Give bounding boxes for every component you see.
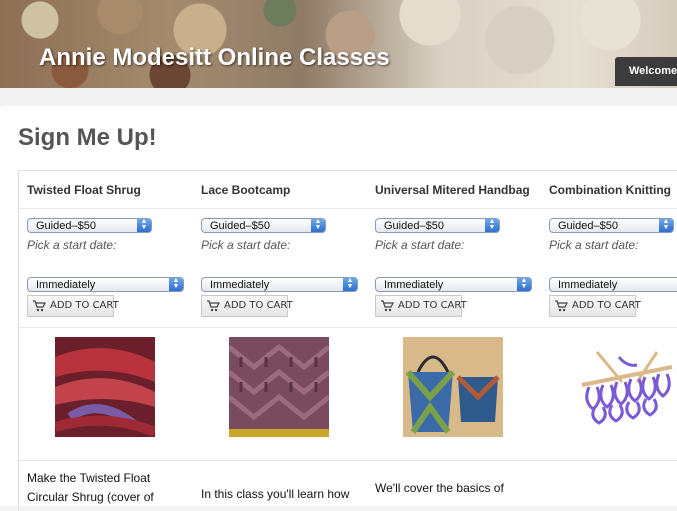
main-content: Sign Me Up! Twisted Float Shrug Guided–$… bbox=[0, 106, 677, 511]
start-date-select-value: Immediately bbox=[36, 279, 96, 291]
cart-icon bbox=[207, 300, 220, 312]
add-to-cart-label: ADD TO CART bbox=[224, 300, 293, 311]
price-select[interactable]: Guided–$50 ▲ ▼ bbox=[27, 218, 152, 233]
class-title: Lace Bootcamp bbox=[201, 183, 291, 197]
select-arrows-icon: ▲ ▼ bbox=[343, 277, 357, 291]
class-description: We'll cover the basics of bbox=[375, 481, 504, 495]
start-date-select[interactable]: Immediately ▲▼ bbox=[27, 277, 184, 292]
classes-table: Twisted Float Shrug Guided–$50 ▲ ▼ Pick a… bbox=[18, 170, 677, 511]
cart-icon bbox=[555, 300, 568, 312]
class-title: Twisted Float Shrug bbox=[27, 183, 141, 197]
select-arrows-icon: ▲ ▼ bbox=[169, 277, 183, 291]
add-to-cart-label: ADD TO CART bbox=[572, 300, 641, 311]
add-to-cart-button[interactable]: ADD TO CART bbox=[201, 295, 293, 317]
row-divider bbox=[19, 327, 677, 328]
lace-bootcamp-photo[interactable] bbox=[229, 337, 329, 437]
class-title: Combination Knitting bbox=[549, 183, 671, 197]
cart-icon bbox=[381, 300, 394, 312]
price-select[interactable]: Guided–$50 ▲ ▼ bbox=[201, 218, 326, 233]
welcome-tab[interactable]: Welcome bbox=[615, 57, 677, 86]
price-select[interactable]: Guided–$50 ▲ ▼ bbox=[549, 218, 674, 233]
row-divider bbox=[19, 208, 677, 209]
start-date-select-value: Immediately bbox=[558, 279, 618, 291]
price-select-value: Guided–$50 bbox=[36, 220, 96, 232]
start-date-prompt: Pick a start date: bbox=[27, 238, 117, 252]
start-date-select[interactable]: Immediately ▲▼ bbox=[549, 277, 677, 292]
add-to-cart-button[interactable]: ADD TO CART bbox=[549, 295, 641, 317]
start-date-prompt: Pick a start date: bbox=[375, 238, 465, 252]
add-to-cart-label: ADD TO CART bbox=[50, 300, 119, 311]
header-banner: Annie Modesitt Online Classes Welcome bbox=[0, 0, 677, 88]
twisted-float-shrug-photo[interactable] bbox=[55, 337, 155, 437]
start-date-prompt: Pick a start date: bbox=[549, 238, 639, 252]
start-date-select[interactable]: Immediately ▲▼ bbox=[201, 277, 358, 292]
select-arrows-icon: ▲ ▼ bbox=[517, 277, 531, 291]
price-select-value: Guided–$50 bbox=[558, 220, 618, 232]
add-to-cart-button[interactable]: ADD TO CART bbox=[27, 295, 119, 317]
select-arrows-icon: ▲ ▼ bbox=[485, 218, 499, 232]
start-date-prompt: Pick a start date: bbox=[201, 238, 291, 252]
page-title: Sign Me Up! bbox=[18, 124, 157, 151]
combination-knitting-illustration[interactable] bbox=[577, 337, 677, 437]
row-divider bbox=[19, 460, 677, 461]
site-title[interactable]: Annie Modesitt Online Classes bbox=[39, 44, 390, 72]
price-select[interactable]: Guided–$50 ▲ ▼ bbox=[375, 218, 500, 233]
price-select-value: Guided–$50 bbox=[384, 220, 444, 232]
add-to-cart-label: ADD TO CART bbox=[398, 300, 467, 311]
select-arrows-icon: ▲ ▼ bbox=[311, 218, 325, 232]
class-description: In this class you'll learn how bbox=[201, 487, 350, 501]
cart-icon bbox=[33, 300, 46, 312]
mitered-handbag-photo[interactable] bbox=[403, 337, 503, 437]
start-date-select-value: Immediately bbox=[384, 279, 444, 291]
class-description-cont: Circular Shrug (cover of bbox=[27, 490, 154, 504]
start-date-select[interactable]: Immediately ▲▼ bbox=[375, 277, 532, 292]
start-date-select-value: Immediately bbox=[210, 279, 270, 291]
add-to-cart-button[interactable]: ADD TO CART bbox=[375, 295, 467, 317]
select-arrows-icon: ▲ ▼ bbox=[659, 218, 673, 232]
class-description: Make the Twisted Float bbox=[27, 471, 151, 485]
class-title: Universal Mitered Handbag bbox=[375, 183, 530, 197]
select-arrows-icon: ▲ ▼ bbox=[137, 218, 151, 232]
price-select-value: Guided–$50 bbox=[210, 220, 270, 232]
